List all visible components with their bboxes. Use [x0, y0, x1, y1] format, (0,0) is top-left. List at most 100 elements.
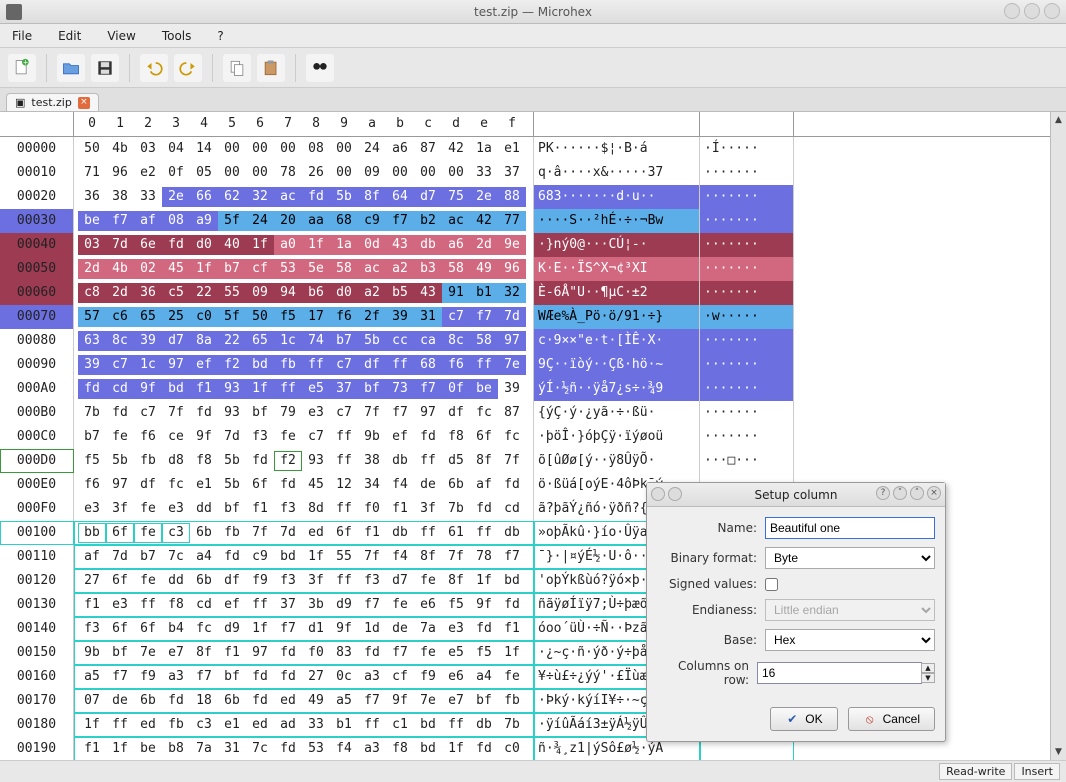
- byte[interactable]: a2: [386, 259, 414, 279]
- byte[interactable]: 87: [498, 403, 526, 423]
- byte[interactable]: 6b: [190, 523, 218, 543]
- byte[interactable]: 00: [330, 163, 358, 183]
- byte[interactable]: fd: [78, 379, 106, 399]
- byte[interactable]: ff: [330, 451, 358, 471]
- byte[interactable]: bf: [106, 643, 134, 663]
- byte[interactable]: 7a: [414, 619, 442, 639]
- file-tab[interactable]: ▣ test.zip ×: [6, 93, 99, 111]
- byte[interactable]: 57: [78, 307, 106, 327]
- byte[interactable]: af: [470, 475, 498, 495]
- byte[interactable]: ff: [134, 595, 162, 615]
- hex-row[interactable]: 00000504b030414000000080024a687421ae1PK·…: [0, 137, 1050, 161]
- menu-help[interactable]: ?: [211, 27, 229, 45]
- byte[interactable]: fd: [106, 403, 134, 423]
- byte[interactable]: d1: [302, 619, 330, 639]
- byte[interactable]: d0: [330, 283, 358, 303]
- byte[interactable]: 58: [330, 259, 358, 279]
- byte[interactable]: ac: [442, 211, 470, 231]
- byte[interactable]: 4b: [106, 259, 134, 279]
- byte[interactable]: 1f: [106, 739, 134, 759]
- hex-cell[interactable]: bb6ffec36bfb7f7ded6ff1dbff61ffdb: [74, 521, 534, 545]
- byte[interactable]: db: [414, 235, 442, 255]
- byte[interactable]: 7d: [498, 307, 526, 327]
- copy-button[interactable]: [223, 54, 251, 82]
- hex-cell[interactable]: b7fef6ce9f7df3fec7ff9beffdf86ffc: [74, 425, 534, 449]
- byte[interactable]: a0: [274, 235, 302, 255]
- byte[interactable]: 36: [134, 283, 162, 303]
- byte[interactable]: 61: [442, 523, 470, 543]
- byte[interactable]: dd: [162, 571, 190, 591]
- byte[interactable]: fd: [498, 475, 526, 495]
- ascii-cell-2[interactable]: ·······: [700, 233, 794, 257]
- byte[interactable]: 20: [274, 211, 302, 231]
- byte[interactable]: f1: [358, 523, 386, 543]
- byte[interactable]: ff: [442, 715, 470, 735]
- hex-cell[interactable]: f55bfbd8f85bfdf293ff38dbffd58f7f: [74, 449, 534, 473]
- byte[interactable]: 55: [218, 283, 246, 303]
- byte[interactable]: cd: [106, 379, 134, 399]
- byte[interactable]: 64: [386, 187, 414, 207]
- hex-cell[interactable]: f697dffce15b6ffd451234f4de6baffd: [74, 473, 534, 497]
- byte[interactable]: 58: [442, 259, 470, 279]
- ascii-cell[interactable]: È-6Å"U··¶µC·±2: [534, 281, 700, 305]
- columns-spinner[interactable]: ▲▼: [921, 663, 935, 683]
- byte[interactable]: c7: [134, 403, 162, 423]
- scroll-down-icon[interactable]: ▼: [1053, 746, 1065, 758]
- byte[interactable]: 87: [414, 139, 442, 159]
- dialog-pin-icon[interactable]: [668, 487, 682, 501]
- hex-cell[interactable]: af7db77ca4fdc9bd1f557ff48f7f78f7: [74, 545, 534, 569]
- byte[interactable]: f1: [246, 499, 274, 519]
- byte[interactable]: f1: [386, 499, 414, 519]
- byte[interactable]: 68: [414, 355, 442, 375]
- ascii-cell-2[interactable]: ·······: [700, 425, 794, 449]
- byte[interactable]: 53: [302, 739, 330, 759]
- byte[interactable]: f4: [330, 739, 358, 759]
- byte[interactable]: 3f: [414, 499, 442, 519]
- byte[interactable]: fd: [274, 643, 302, 663]
- byte[interactable]: 6f: [246, 475, 274, 495]
- byte[interactable]: fd: [470, 619, 498, 639]
- byte[interactable]: 78: [470, 547, 498, 567]
- dialog-close-button[interactable]: ×: [927, 486, 941, 500]
- byte[interactable]: 97: [414, 403, 442, 423]
- paste-button[interactable]: [257, 54, 285, 82]
- byte[interactable]: 9b: [78, 643, 106, 663]
- byte[interactable]: 7b: [498, 715, 526, 735]
- byte[interactable]: 0d: [358, 235, 386, 255]
- byte[interactable]: b5: [386, 283, 414, 303]
- byte[interactable]: aa: [302, 211, 330, 231]
- byte[interactable]: fd: [302, 187, 330, 207]
- hex-cell[interactable]: 57c66525c05f50f517f62f3931c7f77d: [74, 305, 534, 329]
- byte[interactable]: fe: [106, 427, 134, 447]
- byte[interactable]: c7: [330, 355, 358, 375]
- byte[interactable]: f8: [386, 739, 414, 759]
- byte[interactable]: c3: [162, 523, 190, 543]
- byte[interactable]: fd: [190, 403, 218, 423]
- byte[interactable]: fb: [218, 523, 246, 543]
- byte[interactable]: ff: [246, 595, 274, 615]
- byte[interactable]: a2: [358, 283, 386, 303]
- byte[interactable]: d5: [442, 451, 470, 471]
- byte[interactable]: db: [386, 451, 414, 471]
- byte[interactable]: 91: [442, 283, 470, 303]
- byte[interactable]: a9: [190, 211, 218, 231]
- find-button[interactable]: [306, 54, 334, 82]
- byte[interactable]: c9: [246, 547, 274, 567]
- byte[interactable]: af: [78, 547, 106, 567]
- byte[interactable]: 97: [246, 643, 274, 663]
- byte[interactable]: 50: [78, 139, 106, 159]
- minimize-button[interactable]: [1004, 3, 1020, 19]
- ascii-cell[interactable]: WÆe%À_Pö·ö/91·÷}: [534, 305, 700, 329]
- byte[interactable]: d0: [190, 235, 218, 255]
- byte[interactable]: 32: [498, 283, 526, 303]
- byte[interactable]: 5f: [218, 307, 246, 327]
- byte[interactable]: d9: [330, 595, 358, 615]
- byte[interactable]: 71: [78, 163, 106, 183]
- byte[interactable]: fb: [162, 715, 190, 735]
- byte[interactable]: fd: [274, 739, 302, 759]
- byte[interactable]: fd: [246, 667, 274, 687]
- byte[interactable]: 66: [190, 187, 218, 207]
- byte[interactable]: b4: [162, 619, 190, 639]
- byte[interactable]: f7: [470, 307, 498, 327]
- byte[interactable]: e6: [442, 667, 470, 687]
